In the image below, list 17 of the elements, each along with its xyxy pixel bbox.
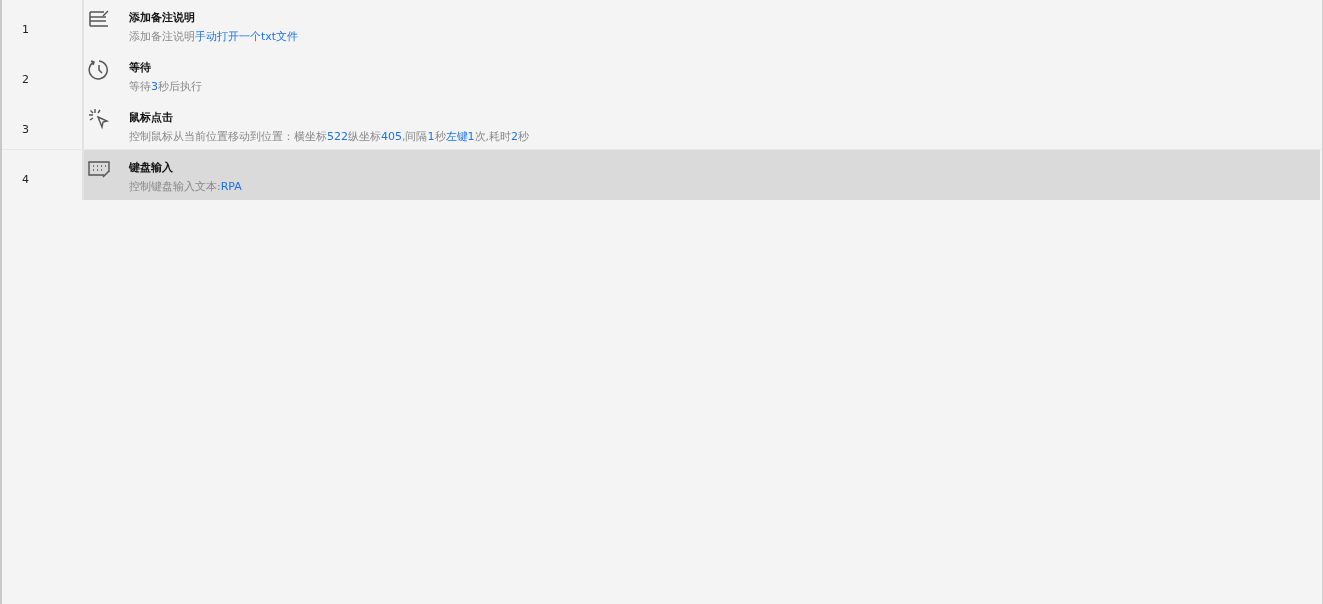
cursor-click-icon [88,108,110,130]
note-icon [88,8,110,30]
step-row[interactable]: 3 鼠标点击 控制鼠标从当前位置移动到位置：横坐标522纵坐标405,间隔1秒左键1次,耗时2秒 [2,100,1322,150]
step-title: 添加备注说明 [129,11,196,25]
step-title: 键盘输入 [129,161,174,175]
step-description: 等待3秒后执行 [129,80,202,94]
row-number: 2 [22,73,29,86]
step-description: 添加备注说明手动打开一个txt文件 [129,30,299,44]
step-description: 控制鼠标从当前位置移动到位置：横坐标522纵坐标405,间隔1秒左键1次,耗时2秒 [129,130,529,144]
row-number: 1 [22,23,29,36]
step-title: 鼠标点击 [129,111,174,125]
clock-icon [88,58,110,80]
step-title: 等待 [129,61,152,75]
step-description: 控制键盘输入文本:RPA [129,180,242,194]
row-number: 3 [22,123,29,136]
keyboard-icon [88,158,110,180]
row-number: 4 [22,173,29,186]
